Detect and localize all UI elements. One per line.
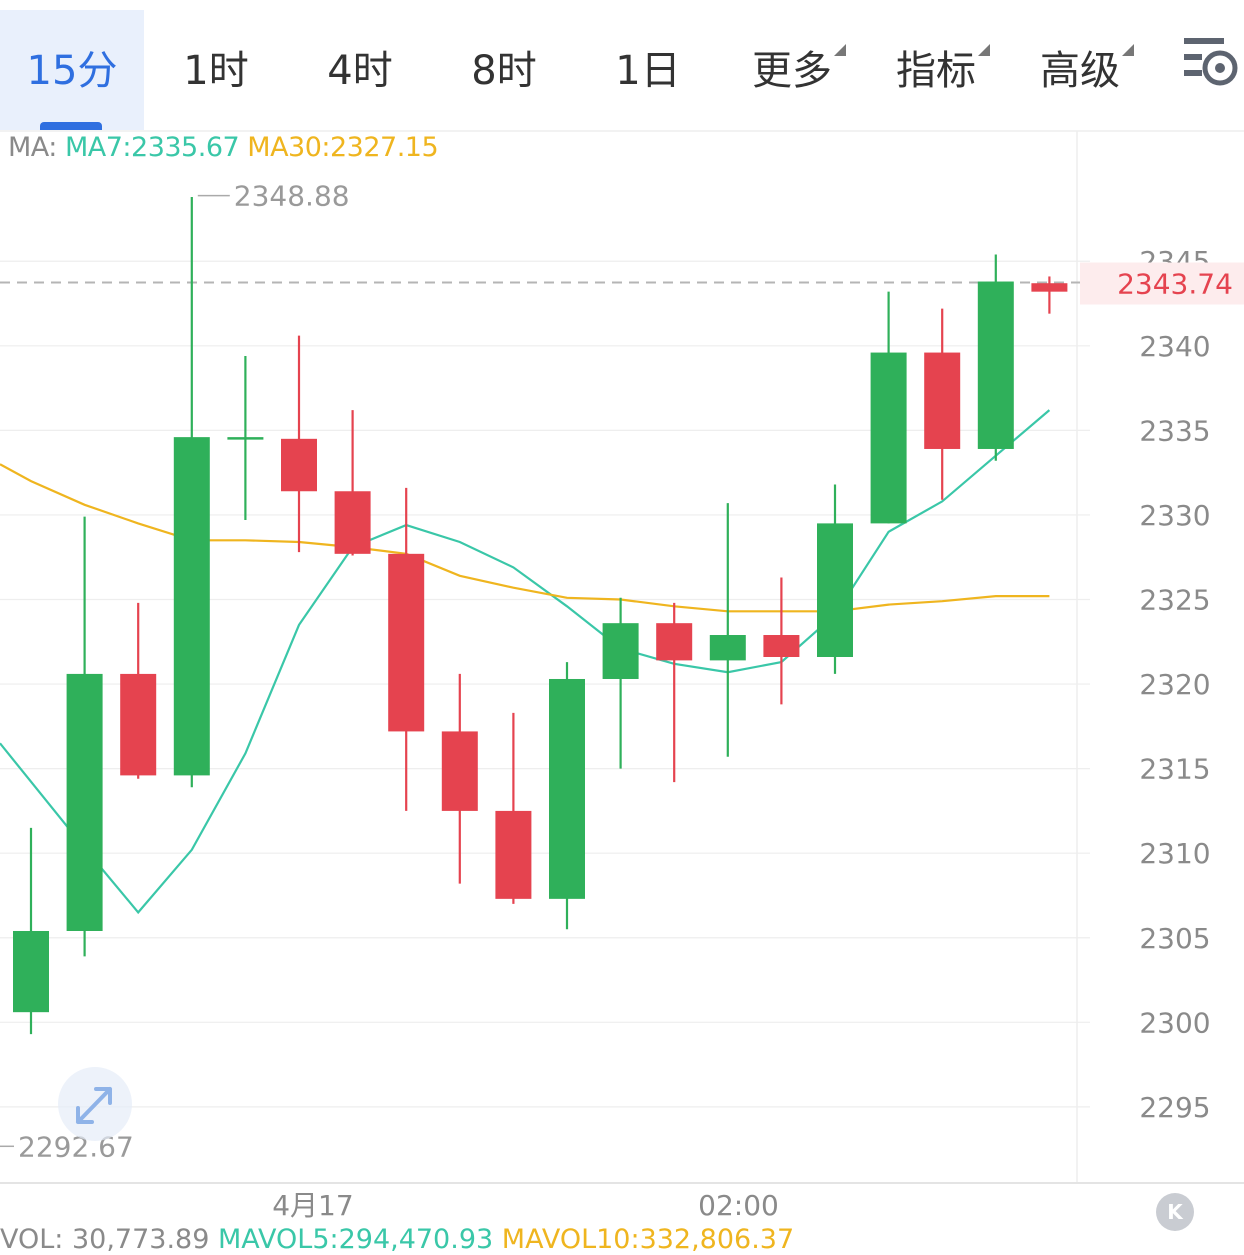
vol-legend: VOL: 30,773.89 xyxy=(0,1224,210,1255)
ma7-legend: MA7:2335.67 xyxy=(64,132,240,163)
current-price-label: 2343.74 xyxy=(1117,268,1233,301)
ma30-legend: MA30:2327.15 xyxy=(247,132,439,163)
candlestick-chart[interactable]: 2295 2300 2305 2310 2315 2320 2325 2330 2335 2340… xyxy=(0,0,1244,1244)
candle-body xyxy=(495,810,532,899)
candle-body xyxy=(1031,283,1068,292)
candle-body xyxy=(977,281,1014,449)
candle-body xyxy=(817,523,853,657)
x-tick-label: 4月17 xyxy=(272,1189,353,1222)
candle-body xyxy=(173,437,210,776)
y-tick-label: 2330 xyxy=(1139,499,1210,532)
k-button[interactable]: K xyxy=(1156,1193,1194,1231)
candle-body xyxy=(13,930,49,1013)
candle-body xyxy=(549,678,585,899)
candle-body xyxy=(763,635,800,657)
candle-body xyxy=(388,553,425,732)
mavol10-legend: MAVOL10:332,806.37 xyxy=(501,1224,795,1255)
candle-body xyxy=(281,438,317,492)
x-tick-label: 02:00 xyxy=(698,1189,779,1222)
expand-button[interactable] xyxy=(58,1067,132,1141)
ma-legend-prefix: MA: xyxy=(8,132,65,163)
candle-body xyxy=(441,731,478,811)
candle-body xyxy=(120,673,157,776)
high-price-label: 2348.88 xyxy=(234,180,350,213)
volume-legend: VOL: 30,773.89 MAVOL5:294,470.93 MAVOL10… xyxy=(0,1224,794,1255)
y-tick-label: 2305 xyxy=(1139,922,1210,955)
y-tick-label: 2295 xyxy=(1139,1091,1210,1124)
candle-body xyxy=(334,491,371,554)
ma-legend: MA: MA7:2335.67 MA30:2327.15 xyxy=(8,132,439,163)
candle-body xyxy=(709,635,746,661)
candle-body xyxy=(870,352,907,524)
expand-icon xyxy=(76,1087,112,1124)
y-tick-label: 2300 xyxy=(1139,1006,1210,1039)
candle-body xyxy=(656,623,693,661)
y-tick-label: 2315 xyxy=(1139,753,1210,786)
candle-body xyxy=(227,437,264,440)
candle-body xyxy=(66,673,103,931)
y-tick-label: 2335 xyxy=(1139,414,1210,447)
y-tick-label: 2320 xyxy=(1139,668,1210,701)
y-tick-label: 2340 xyxy=(1139,330,1210,363)
mavol5-legend: MAVOL5:294,470.93 xyxy=(217,1224,494,1255)
candle-body xyxy=(924,352,961,449)
y-tick-label: 2310 xyxy=(1139,837,1210,870)
candle-body xyxy=(602,623,639,679)
y-tick-label: 2325 xyxy=(1139,583,1210,616)
